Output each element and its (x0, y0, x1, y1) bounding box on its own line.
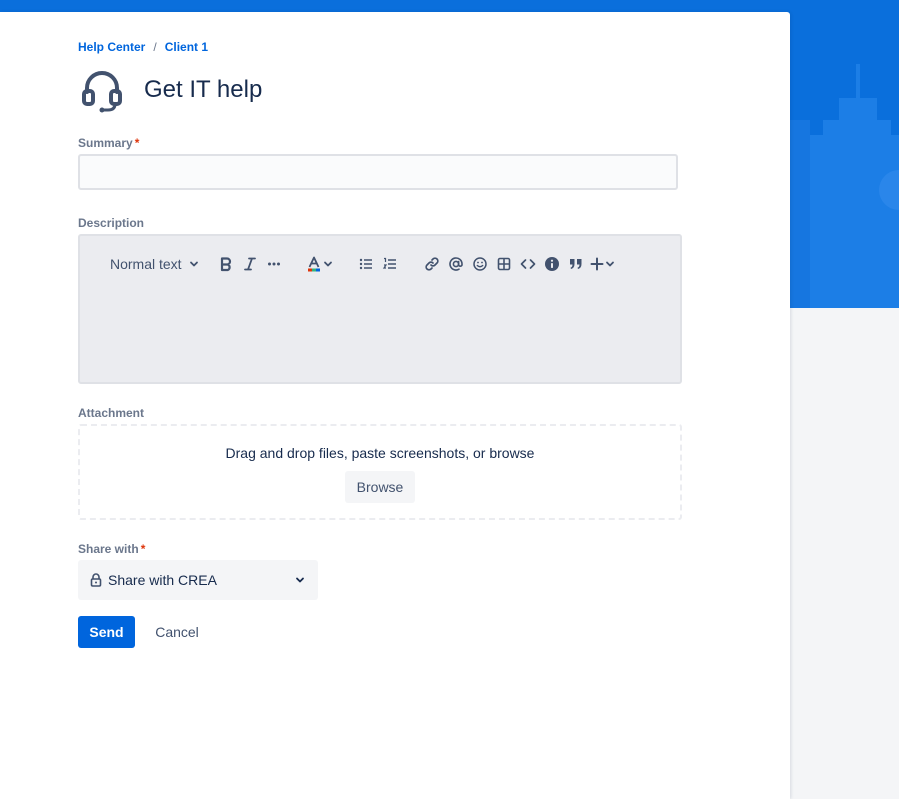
bold-icon (220, 257, 232, 272)
attachment-label: Attachment (78, 406, 145, 420)
breadcrumb-separator: / (153, 40, 157, 54)
share-with-select[interactable]: Share with CREA (78, 560, 318, 600)
page-background (790, 308, 899, 799)
browse-button[interactable]: Browse (345, 471, 415, 503)
quote-button[interactable] (564, 252, 588, 276)
code-icon (520, 259, 536, 269)
chevron-down-icon (606, 261, 614, 267)
share-with-value: Share with CREA (108, 572, 217, 588)
breadcrumb-help-center[interactable]: Help Center (78, 40, 145, 54)
text-style-value: Normal text (110, 256, 182, 272)
bullet-list-icon (359, 258, 372, 270)
info-icon (545, 257, 559, 271)
page-header: Get IT help (78, 66, 262, 114)
numbered-list-icon (382, 257, 396, 269)
chevron-down-icon (189, 261, 198, 267)
city-skyline-illustration (790, 64, 899, 308)
italic-button[interactable] (238, 252, 262, 276)
link-button[interactable] (420, 252, 444, 276)
chevron-down-icon (324, 261, 332, 267)
text-color-button[interactable] (304, 252, 336, 276)
share-with-label: Share with * (78, 542, 145, 556)
editor-toolbar: Normal text (110, 252, 618, 276)
more-icon (268, 262, 280, 266)
mention-icon (449, 257, 463, 271)
mention-button[interactable] (444, 252, 468, 276)
breadcrumb: Help Center / Client 1 (78, 40, 208, 54)
request-form-card: Help Center / Client 1 Get IT help Summa… (0, 12, 790, 799)
required-mark: * (134, 136, 140, 150)
chevron-down-icon (296, 577, 304, 583)
info-panel-button[interactable] (540, 252, 564, 276)
breadcrumb-client-1[interactable]: Client 1 (165, 40, 208, 54)
bold-button[interactable] (214, 252, 238, 276)
table-button[interactable] (492, 252, 516, 276)
more-formatting-button[interactable] (262, 252, 286, 276)
summary-label: Summary * (78, 136, 139, 150)
share-with-label-text: Share with (78, 542, 139, 556)
cancel-button[interactable]: Cancel (143, 616, 211, 648)
emoji-icon (473, 257, 487, 271)
dropzone-text: Drag and drop files, paste screenshots, … (225, 445, 535, 461)
page-title: Get IT help (144, 76, 263, 103)
text-style-dropdown[interactable]: Normal text (110, 252, 206, 276)
table-icon (497, 257, 511, 271)
attachment-dropzone[interactable]: Drag and drop files, paste screenshots, … (78, 424, 682, 520)
required-mark: * (140, 542, 146, 556)
code-block-button[interactable] (516, 252, 540, 276)
insert-more-button[interactable] (588, 252, 618, 276)
summary-input[interactable] (78, 154, 678, 190)
send-button[interactable]: Send (78, 616, 135, 648)
italic-icon (244, 257, 256, 271)
headset-icon (82, 71, 122, 113)
bullet-list-button[interactable] (354, 252, 378, 276)
description-label: Description (78, 216, 145, 230)
quote-icon (570, 259, 582, 269)
summary-label-text: Summary (78, 136, 133, 150)
plus-icon (590, 257, 604, 271)
text-color-icon (308, 256, 320, 272)
description-editor[interactable]: Normal text (78, 234, 682, 384)
lock-icon (90, 573, 102, 587)
emoji-button[interactable] (468, 252, 492, 276)
numbered-list-button[interactable] (378, 252, 402, 276)
link-icon (425, 257, 439, 271)
